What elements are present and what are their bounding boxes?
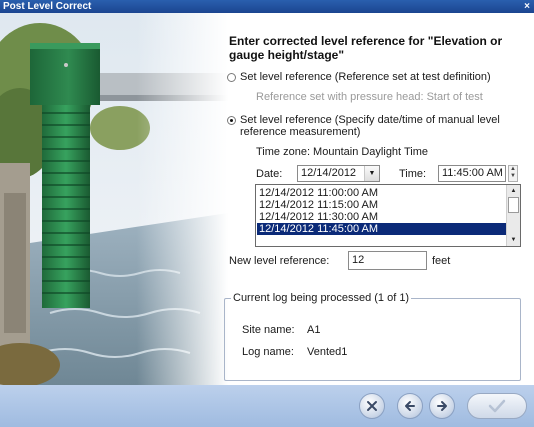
next-button[interactable] — [429, 393, 455, 419]
window-title: Post Level Correct — [3, 1, 92, 12]
list-item[interactable]: 12/14/2012 11:00:00 AM — [257, 187, 507, 199]
cancel-icon — [367, 401, 377, 411]
time-input[interactable]: 11:45:00 AM — [438, 165, 506, 182]
back-arrow-icon — [405, 401, 415, 411]
date-label: Date: — [256, 168, 283, 180]
chevron-down-icon[interactable]: ▼ — [364, 166, 379, 181]
log-name-value: Vented1 — [307, 346, 348, 358]
option-test-definition-label: Set level reference (Reference set at te… — [240, 71, 491, 83]
finish-button[interactable] — [467, 393, 527, 419]
date-value: 12/14/2012 — [301, 167, 357, 179]
current-log-group: Current log being processed (1 of 1) Sit… — [224, 292, 521, 381]
next-arrow-icon — [437, 401, 447, 411]
scroll-thumb[interactable] — [508, 197, 519, 213]
close-icon[interactable]: × — [522, 0, 532, 13]
option-test-definition-sublabel: Reference set with pressure head: Start … — [256, 91, 483, 103]
timestamp-list[interactable]: 12/14/2012 11:00:00 AM 12/14/2012 11:15:… — [255, 184, 521, 247]
current-log-title: Current log being processed (1 of 1) — [231, 292, 412, 305]
wizard-content: Enter corrected level reference for "Ele… — [0, 13, 534, 385]
list-item[interactable]: 12/14/2012 11:30:00 AM — [257, 211, 507, 223]
scroll-down-icon[interactable]: ▼ — [508, 235, 519, 245]
timezone-label: Time zone: Mountain Daylight Time — [256, 146, 428, 158]
checkmark-icon — [488, 399, 506, 413]
site-name-value: A1 — [307, 324, 321, 336]
scroll-up-icon[interactable]: ▲ — [508, 186, 519, 196]
stepper-up-icon[interactable]: ▲ — [509, 166, 517, 173]
unit-label: feet — [432, 255, 451, 267]
list-item-selected[interactable]: 12/14/2012 11:45:00 AM — [257, 223, 507, 235]
page-heading: Enter corrected level reference for "Ele… — [229, 34, 503, 62]
new-level-input[interactable]: 12 — [348, 251, 427, 270]
list-scrollbar[interactable]: ▲ ▼ — [506, 185, 520, 246]
time-stepper[interactable]: ▲ ▼ — [508, 165, 518, 182]
cancel-button[interactable] — [359, 393, 385, 419]
stepper-down-icon[interactable]: ▼ — [509, 173, 517, 180]
option-test-definition-radio[interactable] — [227, 73, 236, 82]
new-level-label: New level reference: — [229, 255, 330, 267]
option-manual-measurement-label-2: reference measurement) — [240, 126, 361, 138]
time-value: 11:45:00 AM — [442, 167, 503, 179]
log-name-label: Log name: — [242, 346, 294, 358]
date-picker[interactable]: 12/14/2012 ▼ — [297, 165, 380, 182]
title-bar: Post Level Correct × — [0, 0, 534, 13]
list-item[interactable]: 12/14/2012 11:15:00 AM — [257, 199, 507, 211]
back-button[interactable] — [397, 393, 423, 419]
option-manual-measurement-radio[interactable] — [227, 116, 236, 125]
new-level-value: 12 — [352, 254, 365, 266]
time-label: Time: — [399, 168, 427, 180]
site-name-label: Site name: — [242, 324, 295, 336]
wizard-button-bar — [0, 385, 534, 427]
